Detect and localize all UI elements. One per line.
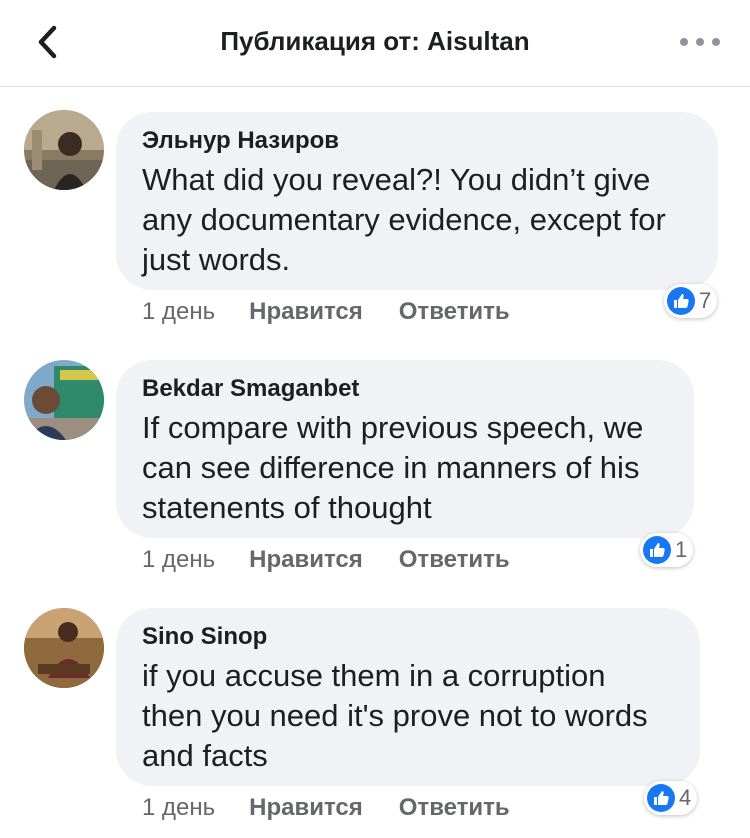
like-icon [647,784,675,812]
reaction-summary[interactable]: 1 [640,533,694,567]
avatar[interactable] [24,110,104,190]
reply-button[interactable]: Ответить [399,794,510,822]
comment-actions: 1 день Нравится Ответить [142,794,546,822]
avatar-photo [24,110,104,190]
reply-button[interactable]: Ответить [399,298,510,326]
comment-text: If compare with previous speech, we can … [142,410,644,525]
avatar-photo [24,608,104,688]
comment-text: if you accuse them in a corruption then … [142,658,648,773]
reaction-summary[interactable]: 4 [644,781,698,815]
top-bar: Публикация от: Aisultan [0,0,750,87]
comment-author[interactable]: Bekdar Smaganbet [142,374,668,404]
more-options-button[interactable] [680,30,720,54]
avatar[interactable] [24,360,104,440]
avatar[interactable] [24,608,104,688]
reaction-count: 7 [699,288,712,313]
like-icon [667,287,695,315]
comment-bubble: Bekdar Smaganbet If compare with previou… [116,360,694,538]
like-button[interactable]: Нравится [249,298,363,326]
comment-actions: 1 день Нравится Ответить [142,546,546,574]
more-horizontal-icon [680,38,688,46]
like-button[interactable]: Нравится [249,546,363,574]
reaction-summary[interactable]: 7 [664,284,718,318]
comment-time[interactable]: 1 день [142,794,215,822]
reaction-count: 4 [679,785,692,810]
comment-author[interactable]: Эльнур Назиров [142,126,692,156]
avatar-photo [24,360,104,440]
reply-button[interactable]: Ответить [399,546,510,574]
comment-author[interactable]: Sino Sinop [142,622,674,652]
like-button[interactable]: Нравится [249,794,363,822]
page-title: Публикация от: Aisultan [220,26,530,56]
comment-actions: 1 день Нравится Ответить [142,298,546,326]
reaction-count: 1 [675,537,688,562]
comment-text: What did you reveal?! You didn’t give an… [142,162,666,277]
comment-time[interactable]: 1 день [142,298,215,326]
comment-time[interactable]: 1 день [142,546,215,574]
comment-bubble: Эльнур Назиров What did you reveal?! You… [116,112,718,290]
like-icon [643,536,671,564]
comment-bubble: Sino Sinop if you accuse them in a corru… [116,608,700,786]
